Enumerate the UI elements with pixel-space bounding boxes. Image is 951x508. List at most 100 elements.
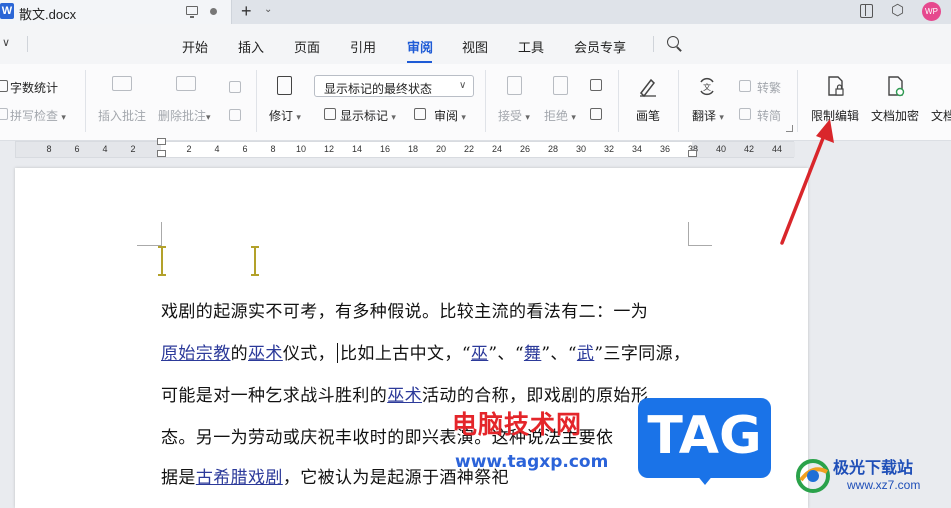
monitor-icon[interactable] <box>186 6 198 18</box>
ruler-tick-label: 32 <box>603 144 615 154</box>
tab-home[interactable]: 开始 <box>182 37 208 56</box>
word-count-button[interactable]: 字数统计 <box>10 79 58 96</box>
ruler-tick-label: 42 <box>743 144 755 154</box>
ruler-tick-label: 20 <box>435 144 447 154</box>
link-wu-martial[interactable]: 武 <box>577 344 594 364</box>
ruler-tick-label: 14 <box>351 144 363 154</box>
menu-divider <box>653 36 654 52</box>
text-run: 仪式， <box>282 344 336 364</box>
document-tab[interactable]: W 散文.docx <box>0 0 232 24</box>
display-mode-value: 显示标记的最终状态 <box>324 82 433 96</box>
tab-member[interactable]: 会员专享 <box>574 37 626 56</box>
menu-bar: ∨ 开始 插入 页面 引用 审阅 视图 工具 会员专享 <box>0 24 951 64</box>
chevron-down-icon: ▾ <box>391 112 396 122</box>
hanging-indent-marker[interactable] <box>157 150 166 157</box>
document-more-button[interactable]: 文档 <box>931 107 951 124</box>
ribbon-divider <box>678 70 679 132</box>
translate-icon: 文 <box>697 76 717 98</box>
text-run: 比如上古中文，“ <box>340 344 471 364</box>
tab-list-chevron-icon[interactable]: ⌄ <box>264 4 272 15</box>
ruler-tick-label: 40 <box>715 144 727 154</box>
paragraph-line-3[interactable]: 可能是对一种乞求战斗胜利的巫术活动的合称，即戏剧的原始形 <box>161 381 648 406</box>
review-pane-label: 审阅 <box>434 109 459 123</box>
review-pane-button[interactable]: 审阅 ▾ <box>434 107 466 124</box>
display-mode-select[interactable]: 显示标记的最终状态 ∨ <box>314 75 474 97</box>
text-run: ”三字同源， <box>594 344 691 364</box>
track-changes-button[interactable]: 修订 ▾ <box>269 107 301 124</box>
menu-divider <box>27 36 28 52</box>
link-primitive-religion[interactable]: 原始宗教 <box>161 344 231 364</box>
chevron-down-icon: ▾ <box>206 112 211 122</box>
new-tab-button[interactable]: + <box>241 1 252 21</box>
right-indent-marker[interactable] <box>688 150 697 157</box>
tab-title: 散文.docx <box>19 7 77 22</box>
chevron-down-icon: ▾ <box>461 112 466 122</box>
tab-references[interactable]: 引用 <box>350 37 376 56</box>
margin-corner-mark <box>161 222 162 246</box>
previous-comment-icon[interactable] <box>229 81 241 93</box>
accept-button[interactable]: 接受 ▾ <box>498 107 530 124</box>
margin-corner-mark <box>688 245 712 246</box>
spell-check-icon <box>0 108 8 120</box>
ruler-tick-label: 8 <box>270 144 276 154</box>
tab-review[interactable]: 审阅 <box>407 37 433 56</box>
text-run: 据是 <box>161 468 196 488</box>
insert-comment-button[interactable]: 插入批注 <box>98 107 146 124</box>
aurora-logo-icon <box>796 459 830 493</box>
annotation-arrow <box>780 119 834 245</box>
layout-icon[interactable] <box>860 4 873 18</box>
tab-view[interactable]: 视图 <box>462 37 488 56</box>
text-cursor-icon <box>158 246 166 276</box>
first-line-indent-marker[interactable] <box>157 138 166 145</box>
ribbon-divider <box>256 70 257 132</box>
unsaved-dot-icon[interactable] <box>210 8 217 15</box>
next-change-icon[interactable] <box>590 108 602 120</box>
link-wu-dance[interactable]: 舞 <box>524 344 541 364</box>
reject-label: 拒绝 <box>544 109 569 123</box>
ruler-tick-label: 26 <box>519 144 531 154</box>
tab-tools[interactable]: 工具 <box>518 37 544 56</box>
paragraph-line-1[interactable]: 戏剧的起源实不可考，有多种假说。比较主流的看法有二：一为 <box>161 297 648 322</box>
text-caret <box>337 343 339 363</box>
chevron-down-icon: ▾ <box>525 112 530 122</box>
to-simplified-icon <box>739 108 751 120</box>
text-run: ”、“ <box>488 344 524 364</box>
text-run: 可能是对一种乞求战斗胜利的 <box>161 386 388 406</box>
title-bar: W 散文.docx + ⌄ ⬡ WP <box>0 0 951 24</box>
delete-comment-button[interactable]: 删除批注▾ <box>158 107 211 124</box>
show-markup-icon <box>324 108 336 120</box>
link-wu-witch[interactable]: 巫 <box>471 344 488 364</box>
search-icon[interactable] <box>667 36 679 48</box>
reject-button[interactable]: 拒绝 ▾ <box>544 107 576 124</box>
translate-button[interactable]: 翻译 ▾ <box>692 107 724 124</box>
cube-icon[interactable]: ⬡ <box>891 3 904 19</box>
link-witchcraft[interactable]: 巫术 <box>387 386 422 406</box>
insert-comment-icon <box>112 76 132 91</box>
collapse-chevron-icon[interactable]: ∨ <box>2 36 10 49</box>
tab-page[interactable]: 页面 <box>294 37 320 56</box>
track-changes-icon <box>277 76 292 95</box>
tag-logo-tail <box>696 474 714 485</box>
encrypt-document-button[interactable]: 文档加密 <box>871 107 919 124</box>
tab-insert[interactable]: 插入 <box>238 37 264 56</box>
tag-logo-text: TAG <box>647 406 762 466</box>
horizontal-ruler[interactable]: 8 6 4 2 2 4 6 8 10 12 14 16 18 20 22 24 26 28 30 32 34 36 38 40… <box>15 138 795 158</box>
reject-icon <box>553 76 568 95</box>
link-greek-drama[interactable]: 古希腊戏剧 <box>196 468 283 488</box>
translate-label: 翻译 <box>692 109 717 123</box>
ruler-tick-label: 6 <box>242 144 248 154</box>
paragraph-line-2[interactable]: 原始宗教的巫术仪式， 比如上古中文，“巫”、“舞”、“武”三字同源， <box>161 339 690 364</box>
ink-button[interactable]: 画笔 <box>636 107 660 124</box>
previous-change-icon[interactable] <box>590 79 602 91</box>
show-markup-button[interactable]: 显示标记 ▾ <box>340 107 396 124</box>
next-comment-icon[interactable] <box>229 109 241 121</box>
to-traditional-button[interactable]: 转繁 <box>757 79 781 96</box>
ruler-tick-label: 4 <box>102 144 108 154</box>
avatar[interactable]: WP <box>922 2 941 21</box>
ruler-tick-label: 2 <box>130 144 136 154</box>
link-witchcraft[interactable]: 巫术 <box>248 344 283 364</box>
chevron-down-icon: ▾ <box>571 112 576 122</box>
delete-comment-icon <box>176 76 196 91</box>
spell-check-button[interactable]: 拼写检查 ▾ <box>10 107 66 124</box>
text-run: 的 <box>230 344 249 364</box>
